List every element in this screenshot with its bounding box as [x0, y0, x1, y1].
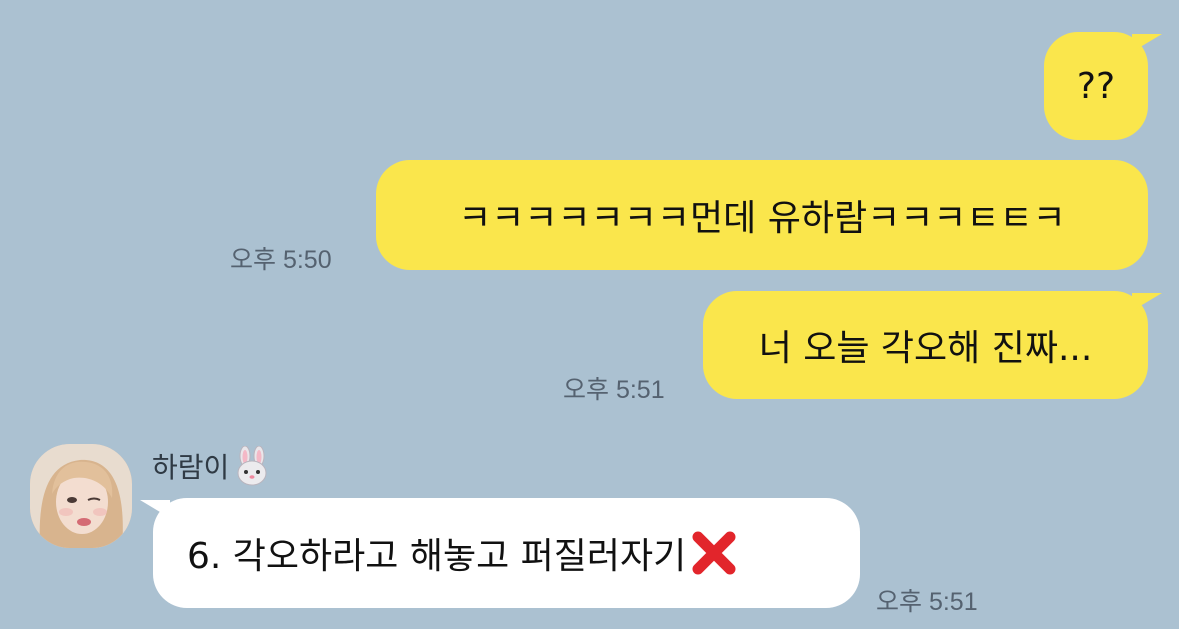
cross-mark-icon: [692, 531, 736, 575]
sender-name: 하람이: [152, 446, 271, 486]
message-text: 6. 각오하라고 해놓고 퍼질러자기: [187, 536, 687, 577]
message-text: 너 오늘 각오해 진짜...: [758, 328, 1093, 369]
profile-photo: [30, 444, 132, 548]
message-text: ??: [1076, 65, 1116, 107]
outgoing-message-bubble[interactable]: 너 오늘 각오해 진짜...: [703, 291, 1148, 399]
bubble-tail: [140, 500, 170, 518]
avatar[interactable]: [30, 444, 132, 548]
rabbit-face-icon: [237, 446, 267, 486]
message-text: ㅋㅋㅋㅋㅋㅋㅋ먼데 유하람ㅋㅋㅋㅌㅌㅋ: [458, 198, 1066, 239]
bubble-tail: [1132, 34, 1162, 52]
message-timestamp: 오후 5:51: [876, 588, 978, 616]
outgoing-message-bubble[interactable]: ㅋㅋㅋㅋㅋㅋㅋ먼데 유하람ㅋㅋㅋㅌㅌㅋ: [376, 160, 1148, 270]
message-timestamp: 오후 5:50: [230, 246, 332, 274]
incoming-message-bubble[interactable]: 6. 각오하라고 해놓고 퍼질러자기: [153, 498, 860, 608]
message-timestamp: 오후 5:51: [563, 376, 665, 404]
bubble-tail: [1132, 293, 1162, 311]
